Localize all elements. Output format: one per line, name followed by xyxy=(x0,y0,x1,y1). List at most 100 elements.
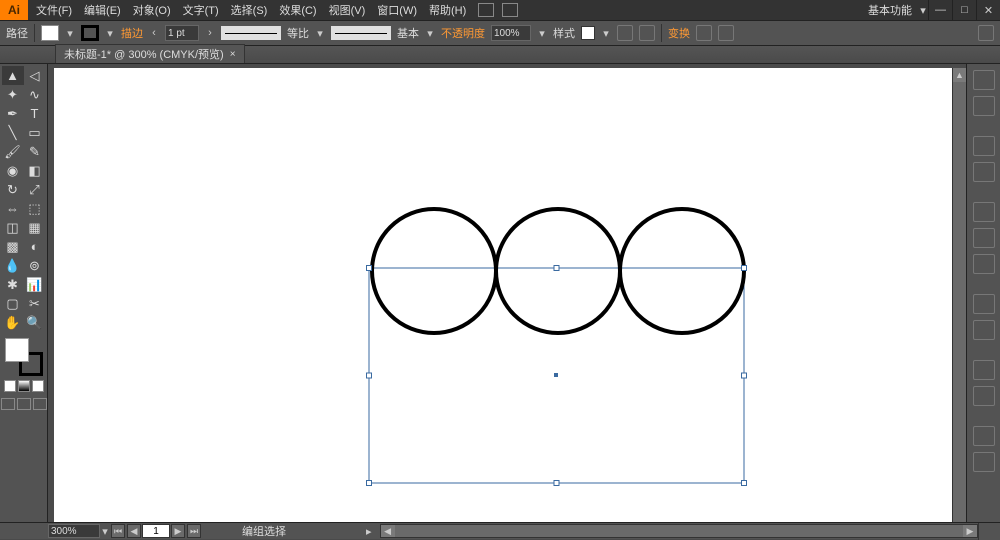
layout-icon[interactable] xyxy=(478,3,494,17)
artboard-number-input[interactable] xyxy=(142,524,170,538)
stroke-weight-input[interactable] xyxy=(165,25,199,41)
workspace-dropdown-icon[interactable]: ▾ xyxy=(918,2,928,18)
artboard-tool[interactable]: ▢ xyxy=(2,294,24,313)
scroll-up-icon[interactable]: ▲ xyxy=(953,68,966,82)
style-dropdown-icon[interactable]: ▾ xyxy=(601,25,611,41)
pin-icon[interactable] xyxy=(718,25,734,41)
selection-handle[interactable] xyxy=(367,373,372,378)
hand-tool[interactable]: ✋ xyxy=(2,313,24,332)
circle-3[interactable] xyxy=(620,209,744,333)
perspective-tool[interactable]: ▦ xyxy=(24,218,46,237)
draw-behind-icon[interactable] xyxy=(17,398,31,410)
fill-swatch[interactable] xyxy=(41,25,59,41)
resize-grip-icon[interactable] xyxy=(978,523,1000,540)
minimize-button[interactable]: — xyxy=(928,0,952,20)
opacity-dropdown-icon[interactable]: ▾ xyxy=(537,25,547,41)
menu-file[interactable]: 文件(F) xyxy=(36,2,72,18)
zoom-input[interactable] xyxy=(48,524,100,538)
fill-stroke-control[interactable] xyxy=(5,338,43,376)
tab-close-icon[interactable]: × xyxy=(230,49,236,60)
panel-brushes-icon[interactable] xyxy=(973,360,995,380)
eyedropper-tool[interactable]: 💧 xyxy=(2,256,24,275)
lasso-tool[interactable]: ∿ xyxy=(24,85,46,104)
line-tool[interactable]: ╲ xyxy=(2,123,24,142)
draw-inside-icon[interactable] xyxy=(33,398,47,410)
menu-type[interactable]: 文字(T) xyxy=(183,2,219,18)
zoom-tool[interactable]: 🔍 xyxy=(24,313,46,332)
nav-prev-icon[interactable]: ◀ xyxy=(127,524,141,538)
scale-tool[interactable]: ⤢ xyxy=(24,180,46,199)
color-mode-solid[interactable] xyxy=(4,380,16,392)
align-icon[interactable] xyxy=(639,25,655,41)
opacity-label[interactable]: 不透明度 xyxy=(441,25,485,41)
panel-graphicstyles-icon[interactable] xyxy=(973,254,995,274)
dash-style[interactable] xyxy=(221,26,281,40)
stroke-label[interactable]: 描边 xyxy=(121,25,143,41)
workspace-switcher[interactable]: 基本功能 xyxy=(868,2,912,18)
magic-wand-tool[interactable]: ✦ xyxy=(2,85,24,104)
dash-dropdown-icon[interactable]: ▾ xyxy=(315,25,325,41)
selection-handle[interactable] xyxy=(742,266,747,271)
document-tab[interactable]: 未标题-1* @ 300% (CMYK/预览) × xyxy=(55,44,245,63)
panel-appearance-icon[interactable] xyxy=(973,228,995,248)
panel-transform-icon[interactable] xyxy=(973,452,995,472)
circle-1[interactable] xyxy=(372,209,496,333)
free-transform-tool[interactable]: ⬚ xyxy=(24,199,46,218)
symbol-sprayer-tool[interactable]: ✱ xyxy=(2,275,24,294)
color-mode-gradient[interactable] xyxy=(18,380,30,392)
menu-effect[interactable]: 效果(C) xyxy=(279,2,316,18)
panel-color-icon[interactable] xyxy=(973,70,995,90)
fill-color-icon[interactable] xyxy=(5,338,29,362)
slice-tool[interactable]: ✂ xyxy=(24,294,46,313)
pencil-tool[interactable]: ✎ xyxy=(24,142,46,161)
selection-handle[interactable] xyxy=(367,266,372,271)
menu-window[interactable]: 窗口(W) xyxy=(377,2,417,18)
mesh-tool[interactable]: ▩ xyxy=(2,237,24,256)
transform-label[interactable]: 变换 xyxy=(668,25,690,41)
selection-handle[interactable] xyxy=(367,481,372,486)
panel-swatches-icon[interactable] xyxy=(973,96,995,116)
blend-tool[interactable]: ⊚ xyxy=(24,256,46,275)
horizontal-scrollbar[interactable]: ◀ ▶ xyxy=(380,524,978,538)
color-mode-none[interactable] xyxy=(32,380,44,392)
close-button[interactable]: ✕ xyxy=(976,0,1000,20)
eraser-tool[interactable]: ◧ xyxy=(24,161,46,180)
profile-style[interactable] xyxy=(331,26,391,40)
stroke-weight-down-icon[interactable]: ‹ xyxy=(149,25,159,41)
stroke-weight-up-icon[interactable]: › xyxy=(205,25,215,41)
direct-selection-tool[interactable]: ◁ xyxy=(24,66,46,85)
menu-view[interactable]: 视图(V) xyxy=(329,2,366,18)
scroll-right-icon[interactable]: ▶ xyxy=(963,525,977,537)
stroke-swatch[interactable] xyxy=(81,25,99,41)
isolate-icon[interactable] xyxy=(696,25,712,41)
gradient-tool[interactable]: ◐ xyxy=(24,237,46,256)
selection-handle[interactable] xyxy=(742,481,747,486)
canvas[interactable] xyxy=(54,68,952,522)
nav-first-icon[interactable]: ⏮ xyxy=(111,524,125,538)
zoom-dropdown-icon[interactable]: ▾ xyxy=(100,523,110,539)
status-arrow-icon[interactable]: ▸ xyxy=(366,525,372,538)
panel-menu-icon[interactable] xyxy=(978,25,994,41)
draw-normal-icon[interactable] xyxy=(1,398,15,410)
canvas-viewport[interactable]: ▲ xyxy=(48,64,966,522)
blob-brush-tool[interactable]: ◉ xyxy=(2,161,24,180)
shape-builder-tool[interactable]: ◫ xyxy=(2,218,24,237)
panel-stroke-icon[interactable] xyxy=(973,136,995,156)
nav-last-icon[interactable]: ⏭ xyxy=(187,524,201,538)
width-tool[interactable]: ⇔ xyxy=(2,199,24,218)
graph-tool[interactable]: 📊 xyxy=(24,275,46,294)
menu-object[interactable]: 对象(O) xyxy=(133,2,171,18)
rectangle-tool[interactable]: ▭ xyxy=(24,123,46,142)
arrange-icon[interactable] xyxy=(502,3,518,17)
rotate-tool[interactable]: ↻ xyxy=(2,180,24,199)
panel-gradient-icon[interactable] xyxy=(973,162,995,182)
selection-handle[interactable] xyxy=(554,266,559,271)
stroke-dropdown-icon[interactable]: ▾ xyxy=(105,25,115,41)
graphic-style-swatch[interactable] xyxy=(581,26,595,40)
pen-tool[interactable]: ✒ xyxy=(2,104,24,123)
profile-dropdown-icon[interactable]: ▾ xyxy=(425,25,435,41)
menu-help[interactable]: 帮助(H) xyxy=(429,2,466,18)
nav-next-icon[interactable]: ▶ xyxy=(171,524,185,538)
vertical-scrollbar[interactable]: ▲ xyxy=(952,68,966,522)
paintbrush-tool[interactable]: 🖌 xyxy=(2,142,24,161)
